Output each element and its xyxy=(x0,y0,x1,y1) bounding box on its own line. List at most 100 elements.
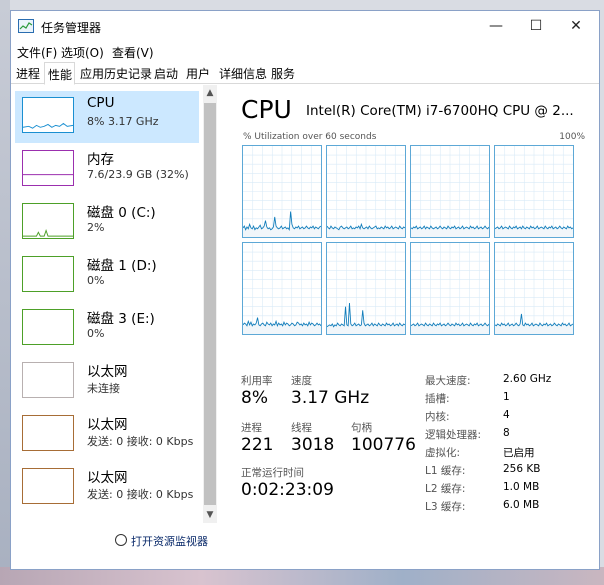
speed-value: 3.17 GHz xyxy=(291,388,370,408)
spec-label: L3 缓存: xyxy=(425,501,466,513)
core-graph xyxy=(494,242,574,335)
sidebar-item-ethernet-1[interactable]: 以太网 未连接 xyxy=(15,356,199,408)
maximize-button[interactable]: ☐ xyxy=(517,15,555,37)
spec-label: 逻辑处理器: xyxy=(425,429,482,441)
window-title: 任务管理器 xyxy=(41,21,102,35)
core-graph xyxy=(326,145,406,238)
menu-options[interactable]: 选项(O) xyxy=(61,44,104,61)
sidebar-item-cpu[interactable]: CPU 8% 3.17 GHz xyxy=(15,91,199,143)
resource-monitor-icon xyxy=(115,534,127,546)
ethernet-thumbnail-graph xyxy=(22,362,74,398)
spec-value: 1.0 MB xyxy=(503,481,540,493)
sidebar-item-label: 内存 xyxy=(87,152,114,168)
scroll-down-icon[interactable]: ▼ xyxy=(203,507,217,523)
tab-details[interactable]: 详细信息 xyxy=(219,65,267,82)
disk-thumbnail-graph xyxy=(22,203,74,239)
utilization-value: 8% xyxy=(241,388,268,408)
minimize-button[interactable]: — xyxy=(477,15,515,37)
core-graph xyxy=(410,145,490,238)
cpu-thumbnail-graph xyxy=(22,97,74,133)
sidebar-item-label: CPU xyxy=(87,95,115,111)
core-graph xyxy=(242,145,322,238)
tab-services[interactable]: 服务 xyxy=(271,65,295,82)
disk-thumbnail-graph xyxy=(22,309,74,345)
tab-processes[interactable]: 进程 xyxy=(16,65,40,82)
utilization-label: 利用率 xyxy=(241,375,273,387)
uptime-value: 0:02:23:09 xyxy=(241,480,334,500)
sidebar-item-label: 以太网 xyxy=(87,417,128,433)
desktop-background-left xyxy=(0,0,10,585)
sidebar-item-value: 发送: 0 接收: 0 Kbps xyxy=(87,435,194,448)
sidebar-item-value: 0% xyxy=(87,274,105,287)
ethernet-thumbnail-graph xyxy=(22,415,74,451)
resource-monitor-label: 打开资源监视器 xyxy=(131,535,208,548)
sidebar-item-ethernet-3[interactable]: 以太网 发送: 0 接收: 0 Kbps xyxy=(15,462,199,514)
sidebar-item-disk-0[interactable]: 磁盘 0 (C:) 2% xyxy=(15,197,199,249)
page-title: CPU xyxy=(241,95,292,124)
memory-thumbnail-graph xyxy=(22,150,74,186)
sidebar-item-label: 磁盘 0 (C:) xyxy=(87,205,156,221)
spec-value: 已启用 xyxy=(503,447,535,459)
task-manager-icon xyxy=(18,19,34,33)
scrollbar-thumb[interactable] xyxy=(204,103,216,505)
uptime-label: 正常运行时间 xyxy=(241,467,304,479)
core-graph xyxy=(326,242,406,335)
task-manager-window: 任务管理器 — ☐ ✕ 文件(F) 选项(O) 查看(V) 进程 性能 应用历史… xyxy=(10,10,600,570)
handles-value: 100776 xyxy=(351,435,416,455)
ethernet-thumbnail-graph xyxy=(22,468,74,504)
sidebar-item-label: 以太网 xyxy=(87,364,128,380)
title-bar[interactable]: 任务管理器 — ☐ ✕ xyxy=(11,11,599,41)
sidebar-item-value: 8% 3.17 GHz xyxy=(87,115,159,128)
menu-view[interactable]: 查看(V) xyxy=(112,44,154,61)
sidebar-item-label: 以太网 xyxy=(87,470,128,486)
sidebar-item-label: 磁盘 3 (E:) xyxy=(87,311,155,327)
sidebar-item-value: 未连接 xyxy=(87,382,120,395)
spec-value: 8 xyxy=(503,427,510,439)
sidebar-item-disk-3[interactable]: 磁盘 3 (E:) 0% xyxy=(15,303,199,355)
sidebar-scrollbar[interactable]: ▲ ▼ xyxy=(203,85,217,523)
spec-value: 2.60 GHz xyxy=(503,373,552,385)
spec-value: 256 KB xyxy=(503,463,541,475)
close-button[interactable]: ✕ xyxy=(557,15,595,37)
spec-value: 4 xyxy=(503,409,510,421)
spec-value: 6.0 MB xyxy=(503,499,540,511)
cpu-detail-panel: CPU Intel(R) Core(TM) i7-6700HQ CPU @ 2.… xyxy=(221,85,599,525)
spec-label: L1 缓存: xyxy=(425,465,466,477)
cpu-model-name: Intel(R) Core(TM) i7-6700HQ CPU @ 2... xyxy=(306,103,574,119)
tab-startup[interactable]: 启动 xyxy=(154,65,178,82)
spec-label: 内核: xyxy=(425,411,450,423)
sidebar-item-value: 2% xyxy=(87,221,105,234)
sidebar-item-disk-1[interactable]: 磁盘 1 (D:) 0% xyxy=(15,250,199,302)
threads-value: 3018 xyxy=(291,435,335,455)
thumbnail-line xyxy=(23,228,73,237)
sidebar-item-ethernet-2[interactable]: 以太网 发送: 0 接收: 0 Kbps xyxy=(15,409,199,461)
scroll-up-icon[interactable]: ▲ xyxy=(203,85,217,101)
sidebar-item-value: 0% xyxy=(87,327,105,340)
spec-value: 1 xyxy=(503,391,510,403)
sidebar-item-label: 磁盘 1 (D:) xyxy=(87,258,157,274)
speed-label: 速度 xyxy=(291,375,312,387)
tab-users[interactable]: 用户 xyxy=(186,65,210,82)
processes-label: 进程 xyxy=(241,422,262,434)
sidebar-item-memory[interactable]: 内存 7.6/23.9 GB (32%) xyxy=(15,144,199,196)
tab-app-history[interactable]: 应用历史记录 xyxy=(80,65,152,82)
resource-list: CPU 8% 3.17 GHz 内存 7.6/23.9 GB (32%) 磁盘 … xyxy=(11,85,219,523)
utilization-graph-max: 100% xyxy=(559,132,585,142)
core-graph xyxy=(410,242,490,335)
spec-label: L2 缓存: xyxy=(425,483,466,495)
menu-file[interactable]: 文件(F) xyxy=(17,44,57,61)
tab-bar: 进程 性能 应用历史记录 启动 用户 详细信息 服务 xyxy=(11,62,599,85)
tab-performance[interactable]: 性能 xyxy=(44,62,75,85)
threads-label: 线程 xyxy=(291,422,312,434)
core-graph xyxy=(494,145,574,238)
spec-label: 虚拟化: xyxy=(425,447,461,459)
processes-value: 221 xyxy=(241,435,274,455)
core-graph xyxy=(242,242,322,335)
menu-bar: 文件(F) 选项(O) 查看(V) xyxy=(11,41,599,61)
disk-thumbnail-graph xyxy=(22,256,74,292)
sidebar-item-value: 7.6/23.9 GB (32%) xyxy=(87,168,189,181)
spec-label: 插槽: xyxy=(425,393,450,405)
spec-label: 最大速度: xyxy=(425,375,471,387)
thumbnail-line xyxy=(23,122,73,129)
handles-label: 句柄 xyxy=(351,422,372,434)
